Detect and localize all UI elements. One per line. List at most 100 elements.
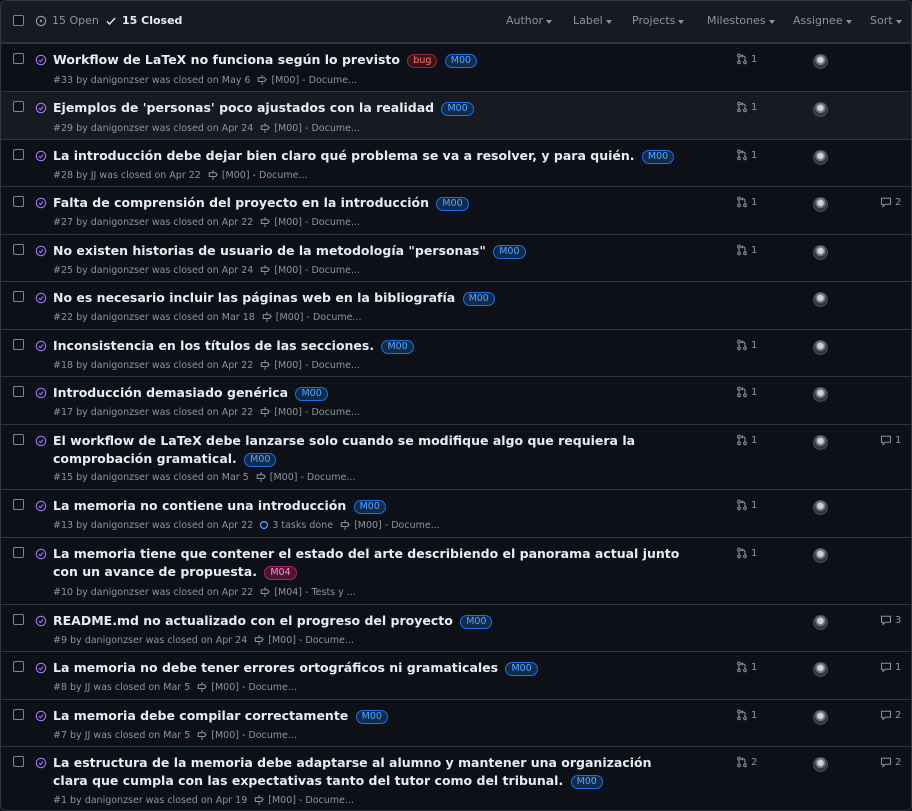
issue-label[interactable]: M00 [444,54,478,68]
issue-row[interactable]: La memoria debe compilar correctamente M… [1,699,911,746]
issue-title-link[interactable]: No es necesario incluir las páginas web … [53,290,455,305]
issue-label[interactable]: M00 [641,150,675,164]
issue-checkbox[interactable] [13,244,24,255]
filter-author[interactable]: Author [506,14,553,27]
milestone-link[interactable]: [M00] - Docume... [259,264,360,276]
issue-row[interactable]: La memoria no contiene una introducción … [1,489,911,537]
issue-checkbox[interactable] [13,196,24,207]
assignee-avatar[interactable] [813,710,828,725]
filter-label-dropdown[interactable]: Label [573,14,612,27]
filter-milestones[interactable]: Milestones [707,14,775,27]
assignee-avatar[interactable] [813,54,828,69]
issue-label[interactable]: M00 [353,500,386,514]
assignee-avatar[interactable] [813,548,828,563]
filter-projects[interactable]: Projects [632,14,685,27]
linked-pull-requests[interactable]: 1 [736,661,757,673]
issue-checkbox[interactable] [13,499,24,510]
issue-row[interactable]: Inconsistencia en los títulos de las sec… [1,329,911,376]
assignee-avatar[interactable] [813,757,828,772]
issue-row[interactable]: La introducción debe dejar bien claro qu… [1,139,911,186]
issue-row[interactable]: Introducción demasiado genérica M00 #17 b… [1,376,911,424]
issue-row[interactable]: Workflow de LaTeX no funciona según lo p… [1,43,911,91]
issue-title-link[interactable]: Falta de comprensión del proyecto en la … [53,195,429,210]
milestone-link[interactable]: [M00] - Docume... [255,471,355,483]
assignee-avatar[interactable] [813,435,828,450]
issue-checkbox[interactable] [13,101,24,112]
assignee-avatar[interactable] [813,292,828,307]
linked-pull-requests[interactable]: 1 [736,386,757,398]
issue-checkbox[interactable] [13,547,24,558]
milestone-link[interactable]: [M00] - Docume... [256,74,357,86]
comments-link[interactable]: 1 [880,661,901,673]
issue-title-link[interactable]: Ejemplos de 'personas' poco ajustados co… [53,100,434,115]
issue-label[interactable]: M00 [244,453,277,467]
issue-label[interactable]: M00 [462,292,495,306]
issue-row[interactable]: README.md no actualizado con el progreso… [1,604,911,651]
issue-label[interactable]: M00 [436,197,469,211]
assignee-avatar[interactable] [813,387,828,402]
assignee-avatar[interactable] [813,500,828,515]
linked-pull-requests[interactable]: 1 [736,339,757,351]
milestone-link[interactable]: [M00] - Docume... [261,311,362,323]
closed-issues-tab[interactable]: 15 Closed [105,14,182,27]
milestone-link[interactable]: [M00] - Docume... [259,122,360,134]
open-issues-tab[interactable]: 15 Open [35,14,99,27]
comments-link[interactable]: 2 [880,756,901,768]
filter-assignee[interactable]: Assignee [793,14,852,27]
assignee-avatar[interactable] [813,340,828,355]
linked-pull-requests[interactable]: 1 [736,434,757,446]
issue-title-link[interactable]: Inconsistencia en los títulos de las sec… [53,338,374,353]
issue-label[interactable]: M00 [493,245,526,259]
assignee-avatar[interactable] [813,150,828,165]
issue-label[interactable]: M00 [570,775,603,789]
milestone-link[interactable]: [M00] - Docume... [259,406,360,418]
assignee-avatar[interactable] [813,102,828,117]
issue-checkbox[interactable] [13,53,24,64]
issue-title-link[interactable]: No existen historias de usuario de la me… [53,243,486,258]
comments-link[interactable]: 3 [880,614,901,626]
assignee-avatar[interactable] [813,245,828,260]
milestone-link[interactable]: [M04] - Tests y ... [259,586,356,598]
issue-checkbox[interactable] [13,614,24,625]
issue-label[interactable]: M04 [264,566,297,580]
milestone-link[interactable]: [M00] - Docume... [259,359,360,371]
linked-pull-requests[interactable]: 1 [736,149,757,161]
issue-label[interactable]: M00 [295,387,328,401]
issue-checkbox[interactable] [13,339,24,350]
issue-checkbox[interactable] [13,149,24,160]
linked-pull-requests[interactable]: 2 [736,756,757,768]
issue-title-link[interactable]: Introducción demasiado genérica [53,385,288,400]
linked-pull-requests[interactable]: 1 [736,547,757,559]
comments-link[interactable]: 2 [880,709,901,721]
issue-title-link[interactable]: La memoria tiene que contener el estado … [53,546,679,579]
issue-title-link[interactable]: La memoria debe compilar correctamente [53,708,348,723]
milestone-link[interactable]: [M00] - Docume... [259,216,360,228]
issue-title-link[interactable]: El workflow de LaTeX debe lanzarse solo … [53,433,635,466]
issue-label[interactable]: M00 [355,710,388,724]
linked-pull-requests[interactable]: 1 [736,101,757,113]
issue-title-link[interactable]: La memoria no debe tener errores ortográ… [53,660,498,675]
select-all-checkbox[interactable] [13,15,24,26]
issue-label[interactable]: M00 [381,340,414,354]
assignee-avatar[interactable] [813,662,828,677]
milestone-link[interactable]: [M00] - Docume... [207,169,308,181]
issue-title-link[interactable]: README.md no actualizado con el progreso… [53,613,453,628]
milestone-link[interactable]: [M00] - Docume... [196,681,297,693]
issue-row[interactable]: Falta de comprensión del proyecto en la … [1,186,911,234]
comments-link[interactable]: 2 [880,196,901,208]
issue-label[interactable]: M00 [460,615,493,629]
linked-pull-requests[interactable]: 1 [736,244,757,256]
issue-checkbox[interactable] [13,386,24,397]
linked-pull-requests[interactable]: 1 [736,196,757,208]
issue-title-link[interactable]: La memoria no contiene una introducción [53,498,346,513]
milestone-link[interactable]: [M00] - Docume... [196,729,297,741]
issue-row[interactable]: El workflow de LaTeX debe lanzarse solo … [1,424,911,489]
comments-link[interactable]: 1 [880,434,901,446]
issue-checkbox[interactable] [13,709,24,720]
issue-checkbox[interactable] [13,434,24,445]
milestone-link[interactable]: [M00] - Docume... [339,519,440,531]
issue-title-link[interactable]: Workflow de LaTeX no funciona según lo p… [53,52,400,67]
issue-row[interactable]: Ejemplos de 'personas' poco ajustados co… [1,91,911,139]
issue-row[interactable]: La memoria no debe tener errores ortográ… [1,651,911,699]
issue-row[interactable]: La estructura de la memoria debe adaptar… [1,746,911,810]
